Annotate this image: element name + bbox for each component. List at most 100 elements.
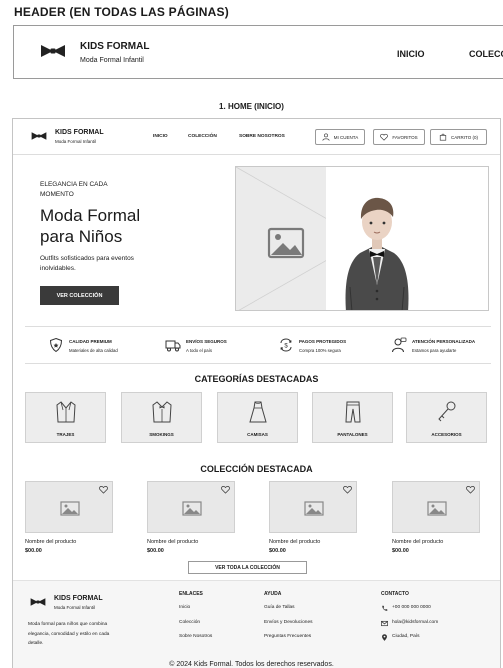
footer-brand: KIDS FORMAL [54,595,103,602]
cart-label: CARRITO (0) [451,134,478,140]
nav-sobre-nosotros[interactable]: SOBRE NOSOTROS [239,134,285,139]
svg-text:$: $ [284,344,288,350]
footer-email-text: hola@kidsformal.com [392,619,439,625]
site-header: KIDS FORMAL Moda Formal Infantil INICIO … [13,119,500,155]
hero-eyebrow: ELEGANCIA EN CADA MOMENTO [40,181,108,198]
footer-links-title: ENLACES [179,591,203,597]
category-card-accesorios[interactable]: ACCESORIOS [406,392,487,443]
hero-cta-button[interactable]: VER COLECCIÓN [40,286,119,305]
category-label: CAMISAS [247,432,268,437]
image-placeholder-icon [427,501,447,516]
boy-in-suit-illustration [326,167,488,310]
bow-tie-logo-icon [31,132,47,140]
footer-subtitle: Moda Formal Infantil [54,605,96,610]
brand-subtitle: Moda Formal Infantil [55,139,97,144]
feature-subtitle: A todo el país [186,348,213,353]
support-icon [392,337,407,353]
footer-link-coleccion[interactable]: Colección [179,620,212,635]
category-card-smokings[interactable]: SMOKINGS [121,392,202,443]
nav-coleccion[interactable]: COLECCIÓN [188,134,217,139]
header-preview: KIDS FORMAL Moda Formal Infantil INICIO … [13,25,503,79]
account-button[interactable]: MI CUENTA [315,129,365,145]
bow-tie-logo-icon [41,45,65,57]
categories-title: CATEGORÍAS DESTACADAS [194,374,319,384]
favorites-label: FAVORITOS [392,134,418,140]
hero-title: Moda Formal para Niños [40,206,141,246]
section-title-home: 1. HOME (INICIO) [219,102,284,111]
footer-help-title: AYUDA [264,591,282,597]
nav-inicio[interactable]: INICIO [153,134,168,139]
footer-help-column: AYUDA Guía de Tallas Envíos y Devolucion… [264,591,313,649]
features-bar: CALIDAD PREMIUM Materiales de alta calid… [25,326,491,364]
footer-description: Moda formal para niños que combina elega… [28,622,110,646]
product-image [25,481,113,533]
phone-icon [382,605,388,611]
image-placeholder-icon [304,501,324,516]
product-name: Nombre del producto [25,539,77,545]
suit-icon [56,401,76,423]
section-title-header: HEADER (EN TODAS LAS PÁGINAS) [14,5,229,19]
nav-coleccion[interactable]: COLECCIÓN [469,49,503,59]
home-mockup: KIDS FORMAL Moda Formal Infantil INICIO … [12,118,501,668]
dress-icon [249,401,267,423]
mail-icon [381,620,388,626]
pants-icon [345,401,361,423]
brand-name: KIDS FORMAL [80,41,150,52]
collection-title: COLECCIÓN DESTACADA [200,464,313,474]
product-image [392,481,480,533]
brand-subtitle: Moda Formal Infantil [80,57,144,64]
footer-phone[interactable]: +00 000 000 0000 [381,605,438,620]
footer-link-envios[interactable]: Envíos y Devoluciones [264,620,313,635]
image-placeholder-icon [60,501,80,516]
feature-title: CALIDAD PREMIUM [69,339,112,344]
favorite-heart-icon[interactable] [99,485,108,494]
cart-button[interactable]: CARRITO (0) [430,129,487,145]
secure-payment-icon: $ [280,338,292,352]
product-price: $00.00 [269,548,286,554]
site-footer: KIDS FORMAL Moda Formal Infantil Moda fo… [13,580,500,668]
see-all-collection-button[interactable]: VER TODA LA COLECCIÓN [188,561,307,574]
shopping-bag-icon [439,133,447,141]
tuxedo-icon [152,401,172,423]
feature-title: PAGOS PROTEGIDOS [299,339,347,344]
category-card-camisas[interactable]: CAMISAS [217,392,298,443]
nav-inicio[interactable]: INICIO [397,49,425,59]
category-label: SMOKINGS [149,432,174,437]
bow-tie-logo-icon [30,598,46,606]
location-pin-icon [382,634,387,641]
heart-icon [380,133,389,141]
copyright: © 2024 Kids Formal. Todos los derechos r… [169,661,334,668]
footer-link-inicio[interactable]: Inicio [179,605,212,620]
category-label: TRAJES [56,432,75,437]
footer-links-column: ENLACES Inicio Colección Sobre Nosotros [179,591,212,649]
product-name: Nombre del producto [392,539,444,545]
feature-subtitle: Compra 100% segura [299,348,341,353]
footer-email[interactable]: hola@kidsformal.com [381,620,438,635]
category-card-pantalones[interactable]: PANTALONES [312,392,393,443]
hero-image [235,166,489,311]
footer-link-preguntas[interactable]: Preguntas Frecuentes [264,634,313,649]
product-name: Nombre del producto [147,539,199,545]
feature-subtitle: Estamos para ayudarte [412,348,457,353]
category-label: ACCESORIOS [431,432,462,437]
shield-icon [49,337,63,353]
product-price: $00.00 [392,548,409,554]
footer-link-sobre-nosotros[interactable]: Sobre Nosotros [179,634,212,649]
user-icon [322,133,330,141]
hero-photo-placeholder [236,167,488,310]
footer-phone-text: +00 000 000 0000 [392,605,431,610]
favorite-heart-icon[interactable] [466,485,475,494]
favorites-button[interactable]: FAVORITOS [373,129,425,145]
footer-link-guia-tallas[interactable]: Guía de Tallas [264,605,313,620]
product-price: $00.00 [147,548,164,554]
hero-description: Outfits sofisticados para eventos inolvi… [40,255,134,272]
product-price: $00.00 [25,548,42,554]
feature-subtitle: Materiales de alta calidad [69,348,118,353]
footer-contact-title: CONTACTO [381,591,409,597]
favorite-heart-icon[interactable] [221,485,230,494]
favorite-heart-icon[interactable] [343,485,352,494]
footer-contact-column: CONTACTO +00 000 000 0000 hola@kidsforma… [381,591,438,649]
product-name: Nombre del producto [269,539,321,545]
feature-title: ATENCIÓN PERSONALIZADA [412,339,476,344]
category-card-trajes[interactable]: TRAJES [25,392,106,443]
